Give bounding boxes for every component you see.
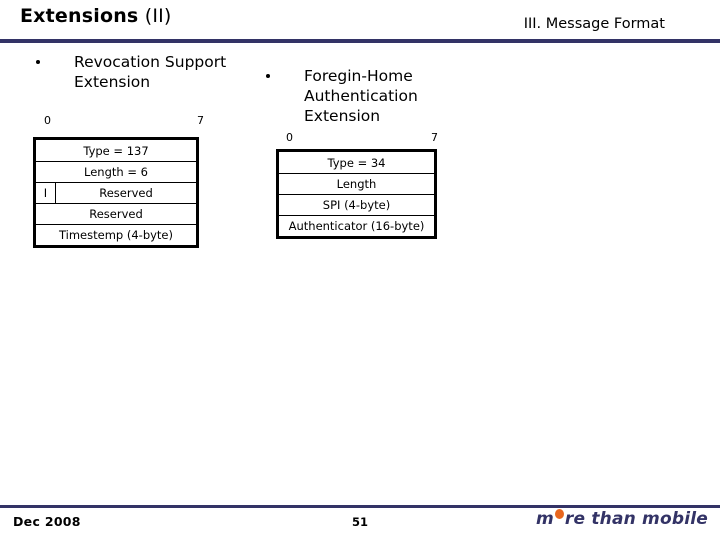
page-title: Extensions (II): [20, 5, 172, 27]
right-bit-end: 7: [431, 131, 438, 144]
packet-field-label: Reserved: [89, 207, 143, 221]
bullet-dot-icon: [266, 74, 270, 78]
packet-field-label: Type = 34: [327, 155, 386, 170]
right-bullet-label: Foregin-Home Authentication Extension: [304, 67, 418, 125]
foreign-home-authentication-extension-packet: Type = 34 Length SPI (4-byte) Authentica…: [276, 149, 437, 239]
page-title-light: (II): [144, 5, 172, 27]
header-divider: [0, 39, 720, 43]
brand-logo: m re than mobile: [536, 509, 708, 529]
brand-logo-suffix: re than mobile: [564, 509, 708, 529]
packet-flag-cell: I: [36, 183, 56, 203]
right-bullet-item: Foregin-Home Authentication Extension: [266, 66, 476, 126]
left-bullet-label: Revocation Support Extension: [74, 53, 227, 91]
packet-field-label: Length = 6: [84, 165, 148, 179]
right-bit-start: 0: [286, 131, 293, 144]
table-row: Reserved: [36, 203, 196, 224]
packet-field-label: Length: [336, 177, 377, 191]
packet-field-label: Authenticator (16-byte): [288, 219, 425, 233]
table-row: Timestemp (4-byte): [36, 224, 196, 245]
table-row: Authenticator (16-byte): [279, 215, 434, 236]
page-title-strong: Extensions: [20, 5, 139, 27]
section-label: III. Message Format: [523, 16, 665, 32]
packet-field-label: Type = 137: [83, 143, 149, 158]
brand-logo-prefix: m: [535, 509, 554, 529]
bullet-dot-icon: [36, 60, 40, 64]
slide-root: Extensions (II) III. Message Format Revo…: [0, 0, 720, 540]
table-row: Length: [279, 173, 434, 194]
left-bullet-item: Revocation Support Extension: [36, 52, 236, 92]
table-row: Type = 137: [36, 140, 196, 161]
packet-field-label: Reserved: [99, 186, 153, 200]
packet-field-label: Timestemp (4-byte): [58, 228, 173, 242]
revocation-support-extension-packet: Type = 137 Length = 6 I Reserved Reserve…: [33, 137, 199, 248]
footer-divider: [0, 505, 720, 508]
table-row: Length = 6: [36, 161, 196, 182]
left-bit-end: 7: [197, 114, 204, 127]
brand-logo-dot-icon: [554, 509, 564, 519]
left-bit-start: 0: [44, 114, 51, 127]
packet-field-label: SPI (4-byte): [322, 198, 391, 212]
table-row: I Reserved: [36, 182, 196, 203]
table-row: SPI (4-byte): [279, 194, 434, 215]
table-row: Type = 34: [279, 152, 434, 173]
